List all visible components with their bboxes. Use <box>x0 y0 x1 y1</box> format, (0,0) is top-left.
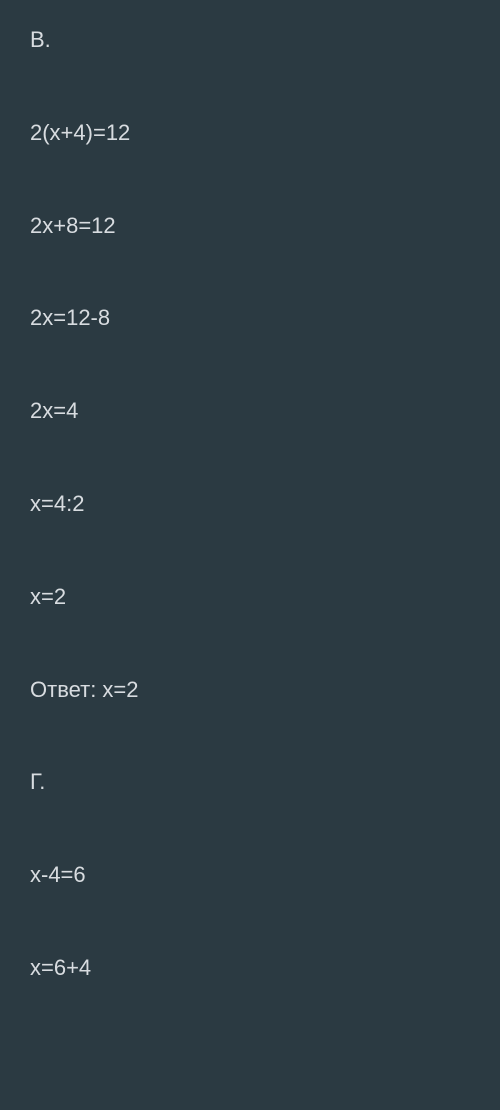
equation-step: 2(x+4)=12 <box>30 118 470 149</box>
equation-step: x=6+4 <box>30 953 470 984</box>
answer-line: Ответ: x=2 <box>30 675 470 706</box>
section-label-g: Г. <box>30 767 470 798</box>
equation-step: 2x=4 <box>30 396 470 427</box>
equation-step: 2x=12-8 <box>30 303 470 334</box>
equation-step: 2x+8=12 <box>30 211 470 242</box>
section-label-v: В. <box>30 25 470 56</box>
equation-step: x-4=6 <box>30 860 470 891</box>
equation-step: x=2 <box>30 582 470 613</box>
equation-step: x=4:2 <box>30 489 470 520</box>
